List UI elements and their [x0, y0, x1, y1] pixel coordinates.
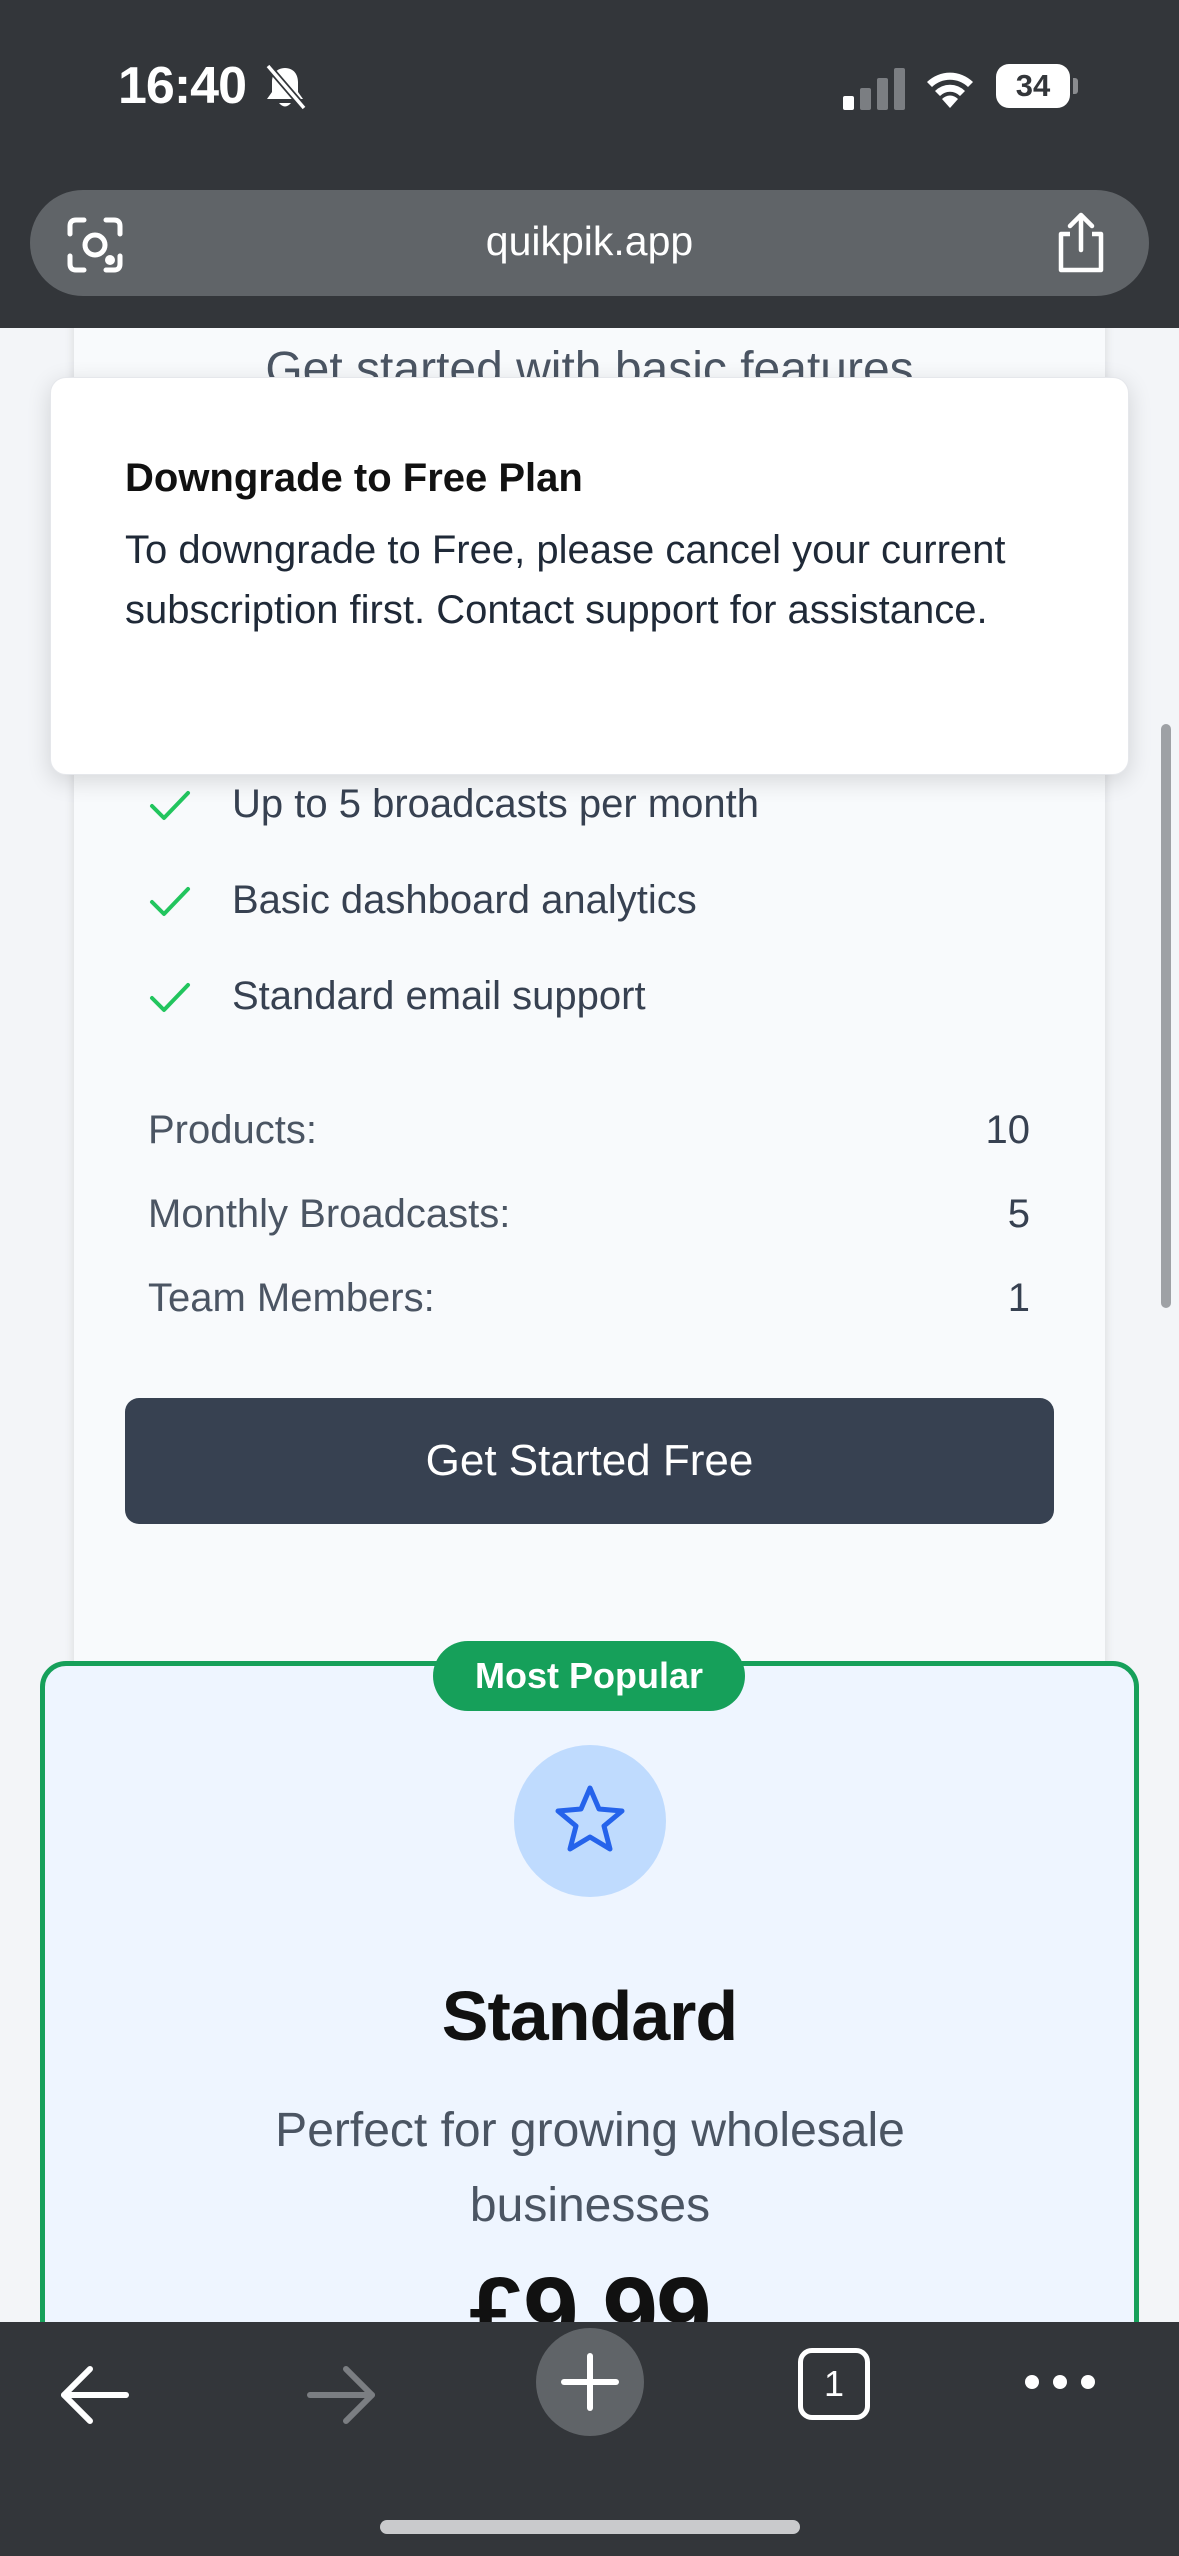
- feature-text: Basic dashboard analytics: [232, 878, 697, 922]
- feature-item: Standard email support: [74, 968, 974, 1028]
- toast-message: To downgrade to Free, please cancel your…: [125, 528, 1006, 632]
- feature-text: Standard email support: [232, 974, 646, 1018]
- limit-row: Monthly Broadcasts: 5: [148, 1192, 1030, 1252]
- limit-label: Products:: [148, 1108, 317, 1152]
- bottom-toolbar: 1: [0, 2322, 1179, 2556]
- get-started-free-button[interactable]: Get Started Free: [125, 1398, 1054, 1524]
- standard-plan-title: Standard: [441, 1977, 738, 2055]
- standard-plan-price: £9.99: [469, 2257, 711, 2322]
- bell-slash-icon: [265, 63, 307, 111]
- battery-icon: 34: [996, 64, 1078, 108]
- limit-row: Team Members: 1: [148, 1276, 1030, 1336]
- plan-icon-circle: [514, 1745, 666, 1897]
- new-tab-button[interactable]: [536, 2328, 644, 2436]
- feature-item: Basic dashboard analytics: [74, 872, 974, 932]
- toast-title: Downgrade to Free Plan: [125, 456, 583, 500]
- new-tab-plus-icon: [561, 2353, 619, 2411]
- most-popular-badge: Most Popular: [433, 1641, 745, 1711]
- scrollbar[interactable]: [1161, 724, 1171, 1308]
- tabs-icon[interactable]: 1: [798, 2348, 870, 2420]
- url-text[interactable]: quikpik.app: [30, 218, 1149, 265]
- status-time: 16:40: [118, 57, 247, 115]
- share-icon[interactable]: [1053, 212, 1109, 274]
- back-arrow-icon[interactable]: [58, 2362, 132, 2428]
- cellular-signal-icon: [843, 68, 905, 110]
- more-dots-icon[interactable]: [1024, 2370, 1096, 2394]
- downgrade-toast: Downgrade to Free Plan To downgrade to F…: [50, 377, 1129, 775]
- battery-tip: [1073, 78, 1078, 94]
- check-icon: [150, 983, 190, 1012]
- url-bar[interactable]: quikpik.app: [30, 190, 1149, 296]
- star-icon: [555, 1785, 625, 1852]
- feature-text: Up to 5 broadcasts per month: [232, 782, 759, 826]
- limit-value: 5: [1007, 1192, 1030, 1236]
- check-icon: [150, 887, 190, 916]
- forward-arrow-icon[interactable]: [304, 2362, 378, 2428]
- home-indicator[interactable]: [380, 2520, 800, 2534]
- check-icon: [150, 791, 190, 820]
- limit-label: Monthly Broadcasts:: [148, 1192, 511, 1236]
- wifi-icon: [927, 72, 973, 108]
- top-browser-chrome: 16:40 34 quikpik.app: [0, 0, 1179, 328]
- battery-level: 34: [996, 64, 1070, 108]
- limit-value: 10: [985, 1108, 1031, 1152]
- standard-plan-description: Perfect for growing wholesale businesses: [275, 2104, 905, 2232]
- limit-label: Team Members:: [148, 1276, 435, 1320]
- limit-row: Products: 10: [148, 1108, 1030, 1168]
- feature-item: Up to 5 broadcasts per month: [74, 776, 974, 836]
- limit-value: 1: [1007, 1276, 1030, 1320]
